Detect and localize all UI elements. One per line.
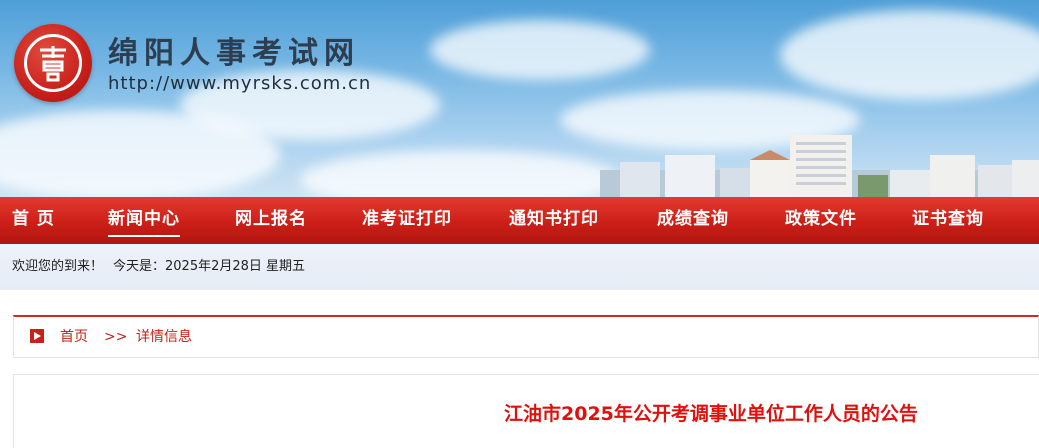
breadcrumb-home-link[interactable]: 首页 [60, 317, 88, 357]
site-logo[interactable] [14, 24, 92, 102]
breadcrumb-separator: >> [104, 329, 128, 345]
nav-item-admission-ticket[interactable]: 准考证打印 [362, 197, 452, 244]
main-nav: 首 页 新闻中心 网上报名 准考证打印 通知书打印 成绩查询 政策文件 证书查询 [0, 197, 1039, 244]
breadcrumb-current: 详情信息 [136, 329, 192, 345]
cloud-decoration [300, 150, 620, 197]
current-date: 今天是：2025年2月28日 星期五 [113, 259, 306, 274]
nav-item-policy-documents[interactable]: 政策文件 [785, 197, 857, 244]
site-url[interactable]: http://www.myrsks.com.cn [108, 73, 371, 94]
article-title: 江油市2025年公开考调事业单位工作人员的公告 [504, 403, 918, 425]
nav-item-notice-print[interactable]: 通知书打印 [509, 197, 599, 244]
city-buildings-image [600, 135, 1039, 197]
red-seal-logo-icon [40, 46, 66, 82]
welcome-greeting: 欢迎您的到来！ [12, 259, 104, 274]
cloud-decoration [430, 20, 650, 80]
play-arrow-icon [30, 329, 44, 343]
welcome-bar: 欢迎您的到来！ 今天是：2025年2月28日 星期五 [0, 244, 1039, 290]
breadcrumb: 首页 >> 详情信息 [13, 315, 1039, 358]
nav-item-online-registration[interactable]: 网上报名 [235, 197, 307, 244]
article-container: 江油市2025年公开考调事业单位工作人员的公告 [13, 374, 1039, 448]
header-banner: 绵阳人事考试网 http://www.myrsks.com.cn [0, 0, 1039, 197]
nav-item-news-center[interactable]: 新闻中心 [108, 197, 180, 237]
nav-item-score-query[interactable]: 成绩查询 [657, 197, 729, 244]
nav-item-certificate-query[interactable]: 证书查询 [912, 197, 984, 244]
site-title: 绵阳人事考试网 [108, 36, 360, 71]
nav-item-home[interactable]: 首 页 [12, 197, 55, 244]
cloud-decoration [780, 10, 1039, 100]
